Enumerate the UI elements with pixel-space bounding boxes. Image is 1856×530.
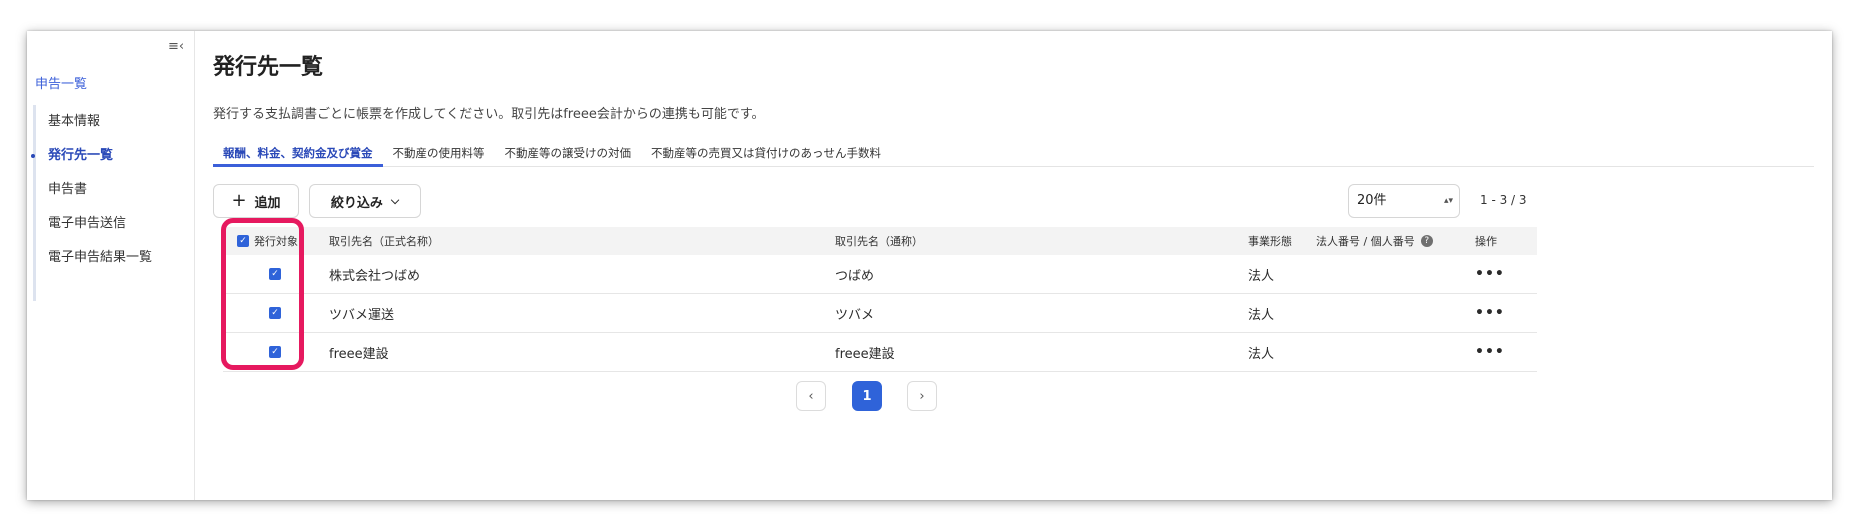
filter-button-label: 絞り込み [330,195,383,211]
pagination-range: 1 - 3 / 3 [1480,193,1527,207]
chevron-left-icon: ‹ [808,388,814,404]
sidebar-item-label: 申告書 [48,182,88,197]
next-page-button[interactable]: › [907,381,937,411]
recipients-table: ✓ 発行対象 取引先名（正式名称） 取引先名（通称） 事業形態 法人番号 / 個… [223,227,1537,372]
page-description: 発行する支払調書ごとに帳票を作成してください。取引先はfreee会計からの連携も… [213,107,765,122]
row-alias: ツバメ [835,307,875,323]
header-target: 発行対象 [254,235,298,248]
sidebar-item-declaration[interactable]: 申告書 [36,173,186,207]
table-header: ✓ 発行対象 取引先名（正式名称） 取引先名（通称） 事業形態 法人番号 / 個… [223,227,1537,255]
add-button[interactable]: + 追加 [213,184,299,218]
sidebar-item-basic-info[interactable]: 基本情報 [36,105,186,139]
row-name: ツバメ運送 [329,307,395,323]
more-options-icon[interactable]: ••• [1475,305,1505,321]
table-row: ✓ freee建設 freee建設 法人 ••• [223,333,1537,372]
row-name: freee建設 [329,346,389,362]
sidebar-item-recipients[interactable]: 発行先一覧 [31,139,186,173]
chevron-right-icon: › [919,388,925,404]
sidebar-parent-link[interactable]: 申告一覧 [35,73,87,92]
active-indicator-dot [31,154,35,158]
prev-page-button[interactable]: ‹ [796,381,826,411]
tab-remuneration[interactable]: 報酬、料金、契約金及び賞金 [213,142,383,167]
add-button-label: 追加 [254,195,281,211]
checkbox-checked-icon: ✓ [237,235,249,247]
header-alias: 取引先名（通称） [835,235,923,248]
sidebar-item-label: 発行先一覧 [48,148,114,163]
filter-button[interactable]: 絞り込み ⌵ [309,184,421,218]
sidebar: ≡‹ 申告一覧 基本情報 発行先一覧 申告書 電子申告送信 電子申告結果一覧 [27,31,195,500]
tab-real-estate-brokerage[interactable]: 不動産等の売買又は貸付けのあっせん手数料 [641,142,891,164]
header-type: 事業形態 [1248,235,1292,248]
app-window: ≡‹ 申告一覧 基本情報 発行先一覧 申告書 電子申告送信 電子申告結果一覧 発… [27,31,1832,500]
sidebar-item-label: 電子申告結果一覧 [48,250,153,265]
chevron-down-icon: ⌵ [390,194,400,207]
sidebar-item-label: 基本情報 [48,114,101,129]
plus-icon: + [231,190,247,211]
row-name: 株式会社つばめ [329,268,421,284]
select-arrows-icon: ▴▾ [1443,196,1453,206]
main-content: 発行先一覧 発行する支払調書ごとに帳票を作成してください。取引先はfreee会計… [195,31,1832,500]
table-row: ✓ 株式会社つばめ つばめ 法人 ••• [223,255,1537,294]
more-options-icon[interactable]: ••• [1475,344,1505,360]
row-type: 法人 [1248,268,1275,284]
page-title: 発行先一覧 [213,55,324,80]
table-row: ✓ ツバメ運送 ツバメ 法人 ••• [223,294,1537,333]
header-number: 法人番号 / 個人番号 ? [1316,233,1433,249]
sidebar-nav: 基本情報 発行先一覧 申告書 電子申告送信 電子申告結果一覧 [31,105,186,301]
row-alias: freee建設 [835,346,895,362]
tab-real-estate-usage[interactable]: 不動産の使用料等 [383,142,495,164]
sidebar-item-label: 電子申告送信 [48,216,127,231]
row-alias: つばめ [835,268,875,284]
sidebar-collapse-icon[interactable]: ≡‹ [168,39,184,54]
per-page-select[interactable]: 20件 ▴▾ [1348,184,1460,218]
per-page-value: 20件 [1357,193,1387,208]
tab-bar: 報酬、料金、契約金及び賞金 不動産の使用料等 不動産等の譲受けの対価 不動産等の… [213,142,1814,167]
tab-real-estate-transfer[interactable]: 不動産等の譲受けの対価 [495,142,642,164]
select-all-checkbox[interactable]: ✓ 発行対象 [237,233,298,249]
sidebar-item-e-filing-results[interactable]: 電子申告結果一覧 [36,241,186,275]
row-type: 法人 [1248,346,1275,362]
current-page-button[interactable]: 1 [852,381,882,411]
header-ops: 操作 [1475,235,1497,248]
row-type: 法人 [1248,307,1275,323]
help-icon[interactable]: ? [1420,235,1433,247]
row-checkbox[interactable]: ✓ [269,268,281,280]
sidebar-item-e-filing[interactable]: 電子申告送信 [36,207,186,241]
more-options-icon[interactable]: ••• [1475,266,1505,282]
row-checkbox[interactable]: ✓ [269,307,281,319]
header-number-label: 法人番号 / 個人番号 [1316,235,1415,248]
header-name: 取引先名（正式名称） [329,235,439,248]
row-checkbox[interactable]: ✓ [269,346,281,358]
